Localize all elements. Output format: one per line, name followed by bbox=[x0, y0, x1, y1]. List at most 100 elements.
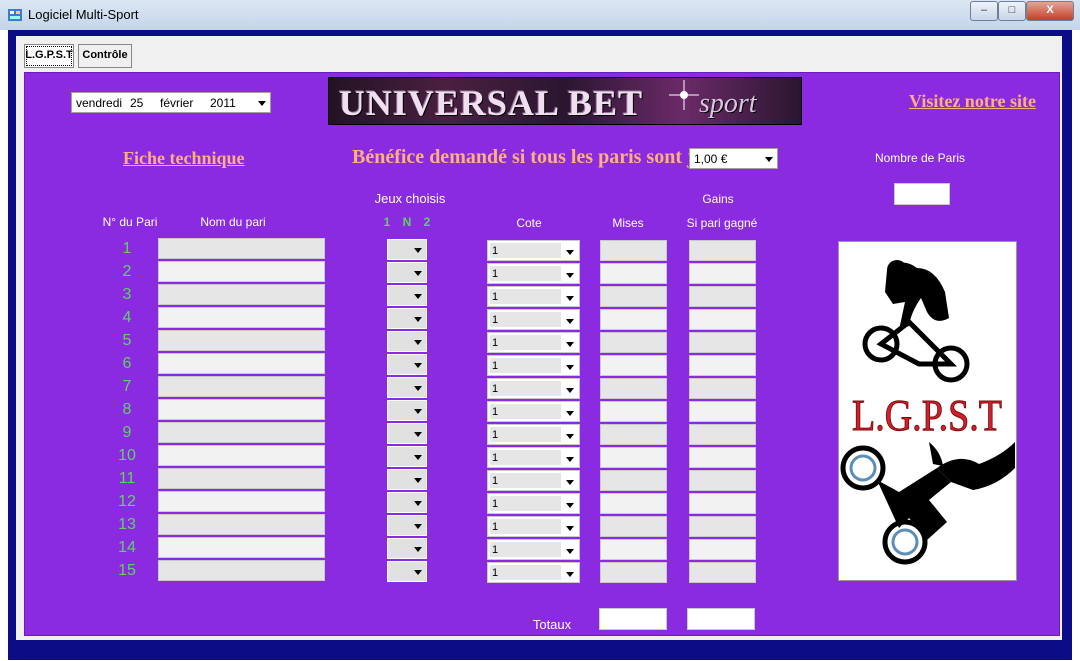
row-gains-field[interactable] bbox=[689, 286, 756, 307]
row-mises-field[interactable] bbox=[600, 562, 667, 583]
row-cote-select[interactable]: 1 bbox=[487, 562, 580, 583]
row-nom-pari-field[interactable] bbox=[158, 491, 325, 512]
row-gains-field[interactable] bbox=[689, 378, 756, 399]
row-cote-select[interactable]: 1 bbox=[487, 401, 580, 422]
tab-lgpst[interactable]: L.G.P.S.T bbox=[24, 44, 74, 68]
row-gains-field[interactable] bbox=[689, 539, 756, 560]
row-nom-pari-field[interactable] bbox=[158, 376, 325, 397]
row-cote-select[interactable]: 1 bbox=[487, 378, 580, 399]
row-jeux-select[interactable] bbox=[387, 262, 427, 283]
row-jeux-select[interactable] bbox=[387, 285, 427, 306]
row-gains-field[interactable] bbox=[689, 424, 756, 445]
row-mises-field[interactable] bbox=[600, 424, 667, 445]
row-nom-pari-field[interactable] bbox=[158, 514, 325, 535]
chevron-down-icon bbox=[566, 480, 574, 485]
row-gains-field[interactable] bbox=[689, 332, 756, 353]
row-cote-select[interactable]: 1 bbox=[487, 539, 580, 560]
row-mises-field[interactable] bbox=[600, 516, 667, 537]
row-mises-field[interactable] bbox=[600, 309, 667, 330]
row-mises-field[interactable] bbox=[600, 286, 667, 307]
row-nom-pari-field[interactable] bbox=[158, 537, 325, 558]
row-nom-pari-field[interactable] bbox=[158, 238, 325, 259]
row-jeux-select[interactable] bbox=[387, 377, 427, 398]
row-nom-pari-field[interactable] bbox=[158, 399, 325, 420]
row-jeux-select[interactable] bbox=[387, 446, 427, 467]
row-jeux-select[interactable] bbox=[387, 354, 427, 375]
date-picker[interactable]: vendredi 25 février 2011 bbox=[71, 92, 271, 113]
chevron-down-icon bbox=[566, 250, 574, 255]
row-nom-pari-field[interactable] bbox=[158, 261, 325, 282]
row-nom-pari-field[interactable] bbox=[158, 284, 325, 305]
title-bar: Logiciel Multi-Sport – □ X bbox=[0, 0, 1080, 30]
chevron-down-icon bbox=[414, 386, 422, 391]
row-gains-field[interactable] bbox=[689, 562, 756, 583]
row-gains-field[interactable] bbox=[689, 516, 756, 537]
nombre-paris-field[interactable] bbox=[894, 183, 950, 205]
row-jeux-select[interactable] bbox=[387, 308, 427, 329]
row-gains-field[interactable] bbox=[689, 240, 756, 261]
benefice-select[interactable]: 1,00 € bbox=[689, 148, 778, 169]
row-number: 13 bbox=[118, 516, 136, 533]
fiche-technique-link[interactable]: Fiche technique bbox=[123, 148, 245, 169]
row-nom-pari-field[interactable] bbox=[158, 560, 325, 581]
row-number: 10 bbox=[118, 447, 136, 464]
row-mises-field[interactable] bbox=[600, 355, 667, 376]
row-gains-field[interactable] bbox=[689, 309, 756, 330]
row-cote-value: 1 bbox=[490, 289, 561, 304]
total-mises-field[interactable] bbox=[599, 608, 667, 630]
row-jeux-select[interactable] bbox=[387, 239, 427, 260]
row-jeux-select[interactable] bbox=[387, 331, 427, 352]
row-mises-field[interactable] bbox=[600, 378, 667, 399]
header-jeux-1: 1 bbox=[383, 215, 391, 229]
row-mises-field[interactable] bbox=[600, 470, 667, 491]
row-gains-field[interactable] bbox=[689, 493, 756, 514]
row-nom-pari-field[interactable] bbox=[158, 422, 325, 443]
total-gains-field[interactable] bbox=[687, 608, 755, 630]
row-jeux-select[interactable] bbox=[387, 515, 427, 536]
row-cote-select[interactable]: 1 bbox=[487, 332, 580, 353]
row-mises-field[interactable] bbox=[600, 263, 667, 284]
row-mises-field[interactable] bbox=[600, 447, 667, 468]
row-gains-field[interactable] bbox=[689, 470, 756, 491]
row-cote-select[interactable]: 1 bbox=[487, 240, 580, 261]
row-cote-value: 1 bbox=[490, 542, 561, 557]
row-gains-field[interactable] bbox=[689, 447, 756, 468]
row-nom-pari-field[interactable] bbox=[158, 353, 325, 374]
maximize-button[interactable]: □ bbox=[998, 1, 1026, 21]
row-cote-select[interactable]: 1 bbox=[487, 424, 580, 445]
row-gains-field[interactable] bbox=[689, 355, 756, 376]
row-mises-field[interactable] bbox=[600, 539, 667, 560]
tab-controle[interactable]: Contrôle bbox=[78, 44, 132, 68]
chevron-down-icon bbox=[414, 363, 422, 368]
close-button[interactable]: X bbox=[1026, 1, 1074, 21]
row-gains-field[interactable] bbox=[689, 263, 756, 284]
visit-site-link[interactable]: Visitez notre site bbox=[909, 91, 1036, 112]
row-mises-field[interactable] bbox=[600, 493, 667, 514]
sparkle-icon bbox=[669, 80, 699, 110]
row-cote-select[interactable]: 1 bbox=[487, 470, 580, 491]
row-nom-pari-field[interactable] bbox=[158, 307, 325, 328]
row-mises-field[interactable] bbox=[600, 332, 667, 353]
row-jeux-select[interactable] bbox=[387, 538, 427, 559]
minimize-button[interactable]: – bbox=[970, 1, 998, 21]
row-mises-field[interactable] bbox=[600, 401, 667, 422]
row-mises-field[interactable] bbox=[600, 240, 667, 261]
row-nom-pari-field[interactable] bbox=[158, 468, 325, 489]
row-jeux-select[interactable] bbox=[387, 423, 427, 444]
row-cote-select[interactable]: 1 bbox=[487, 286, 580, 307]
row-jeux-select[interactable] bbox=[387, 400, 427, 421]
row-cote-select[interactable]: 1 bbox=[487, 493, 580, 514]
row-nom-pari-field[interactable] bbox=[158, 330, 325, 351]
row-cote-select[interactable]: 1 bbox=[487, 516, 580, 537]
row-jeux-select[interactable] bbox=[387, 561, 427, 582]
benefice-label: Bénéfice demandé si tous les paris sont … bbox=[352, 146, 736, 168]
row-cote-select[interactable]: 1 bbox=[487, 309, 580, 330]
row-jeux-select[interactable] bbox=[387, 469, 427, 490]
row-cote-select[interactable]: 1 bbox=[487, 355, 580, 376]
row-cote-select[interactable]: 1 bbox=[487, 447, 580, 468]
chevron-down-icon bbox=[566, 388, 574, 393]
row-jeux-select[interactable] bbox=[387, 492, 427, 513]
row-cote-select[interactable]: 1 bbox=[487, 263, 580, 284]
row-nom-pari-field[interactable] bbox=[158, 445, 325, 466]
row-gains-field[interactable] bbox=[689, 401, 756, 422]
